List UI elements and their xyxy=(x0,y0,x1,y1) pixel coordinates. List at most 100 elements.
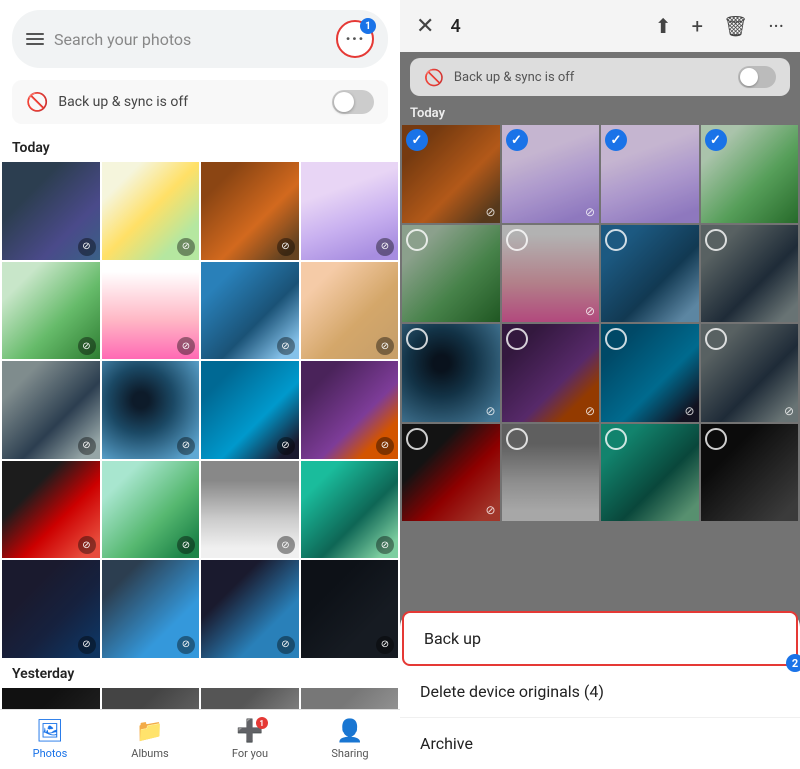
photo-cell[interactable]: ⊘ xyxy=(201,560,299,658)
sync-icon-overlay: ⊘ xyxy=(277,636,295,654)
photo-cell[interactable]: ⊘ xyxy=(301,262,399,360)
check-circle xyxy=(506,428,528,450)
photo-cell[interactable]: ⊘ xyxy=(2,162,100,260)
check-circle xyxy=(406,428,428,450)
photo-cell[interactable]: ⊘ xyxy=(301,461,399,559)
check-circle: ✓ xyxy=(605,129,627,151)
add-button[interactable]: + xyxy=(688,10,707,42)
sync-icon-overlay: ⊘ xyxy=(177,636,195,654)
sync-icon-overlay: ⊘ xyxy=(376,238,394,256)
right-photo-cell[interactable] xyxy=(701,424,799,522)
menu-icon[interactable] xyxy=(26,33,44,45)
sync-icon-overlay: ⊘ xyxy=(376,337,394,355)
right-sync-bar: 🚫 Back up & sync is off xyxy=(410,58,790,96)
photo-cell[interactable]: ⊘ xyxy=(301,162,399,260)
photo-cell[interactable]: ⊘ xyxy=(102,262,200,360)
sync-icon-overlay: ⊘ xyxy=(376,636,394,654)
albums-icon: 📁 xyxy=(136,719,163,744)
check-circle xyxy=(705,328,727,350)
notification-dot: 1 xyxy=(360,18,376,34)
photo-cell[interactable]: ⊘ xyxy=(2,461,100,559)
check-circle: ✓ xyxy=(406,129,428,151)
sync-icon-overlay: ⊘ xyxy=(277,337,295,355)
sync-off-icon: 🚫 xyxy=(26,92,48,113)
sync-icon-overlay: ⊘ xyxy=(277,238,295,256)
close-button[interactable]: ✕ xyxy=(412,10,438,43)
badge-dot: 1 xyxy=(256,717,268,729)
photo-cell[interactable]: ⊘ xyxy=(201,262,299,360)
photo-cell[interactable]: ⊘ xyxy=(301,560,399,658)
right-photo-cell[interactable]: ⊘ xyxy=(601,324,699,422)
right-photo-cell[interactable]: ⊘ xyxy=(502,324,600,422)
right-row2: ⊘ xyxy=(402,225,798,323)
sync-icon-overlay: ⊘ xyxy=(277,437,295,455)
photo-cell[interactable]: ⊘ xyxy=(2,560,100,658)
right-photo-cell[interactable]: ⊘ xyxy=(402,424,500,522)
sync-icon-overlay: ⊘ xyxy=(376,437,394,455)
sync-icon-overlay: ⊘ xyxy=(177,238,195,256)
right-photo-cell[interactable] xyxy=(701,225,799,323)
search-input[interactable]: Search your photos xyxy=(54,30,326,49)
right-photo-cell[interactable]: ✓ ⊘ xyxy=(402,125,500,223)
sync-icon-overlay: ⊘ xyxy=(684,404,694,418)
share-button[interactable]: ⬆ xyxy=(651,10,676,42)
right-photo-cell[interactable]: ⊘ xyxy=(701,324,799,422)
backup-button[interactable]: Back up 2 xyxy=(402,611,798,666)
search-bar: Search your photos ··· 1 xyxy=(12,10,388,68)
nav-for-you[interactable]: ➕ 1 For you xyxy=(200,713,300,766)
photo-cell[interactable]: ⊘ xyxy=(201,162,299,260)
photo-grid-row4: ⊘ ⊘ ⊘ ⊘ xyxy=(2,461,398,559)
sync-icon-overlay: ⊘ xyxy=(78,337,96,355)
right-row4: ⊘ xyxy=(402,424,798,522)
right-sync-toggle[interactable] xyxy=(738,66,776,88)
delete-button[interactable]: 🗑 xyxy=(719,10,752,42)
sync-icon-overlay: ⊘ xyxy=(585,404,595,418)
photo-cell[interactable]: ⊘ xyxy=(201,361,299,459)
left-content: Today ⊘ ⊘ ⊘ ⊘ ⊘ ⊘ ⊘ xyxy=(0,134,400,769)
sync-icon-overlay: ⊘ xyxy=(585,304,595,318)
sync-text: Back up & sync is off xyxy=(58,94,322,110)
sync-toggle[interactable] xyxy=(332,90,374,114)
right-selected-row: ✓ ⊘ ✓ ⊘ ✓ ✓ xyxy=(402,125,798,223)
archive-button[interactable]: Archive xyxy=(400,718,800,769)
right-photo-cell[interactable] xyxy=(502,424,600,522)
photo-cell[interactable]: ⊘ xyxy=(102,361,200,459)
photo-grid-row2: ⊘ ⊘ ⊘ ⊘ xyxy=(2,262,398,360)
right-photo-cell[interactable]: ✓ xyxy=(701,125,799,223)
right-photo-cell[interactable]: ✓ ⊘ xyxy=(502,125,600,223)
sync-icon-overlay: ⊘ xyxy=(177,437,195,455)
sharing-icon: 👤 xyxy=(336,719,363,744)
more-button-wrap: ··· 1 xyxy=(336,20,374,58)
nav-albums[interactable]: 📁 Albums xyxy=(100,713,200,766)
check-circle xyxy=(406,328,428,350)
photo-cell[interactable]: ⊘ xyxy=(102,560,200,658)
right-photo-cell[interactable]: ⊘ xyxy=(402,324,500,422)
photo-cell[interactable]: ⊘ xyxy=(102,162,200,260)
right-photo-cell[interactable] xyxy=(402,225,500,323)
right-photo-cell[interactable] xyxy=(601,225,699,323)
bottom-navigation: 🖼 Photos 📁 Albums ➕ 1 For you 👤 Sharing xyxy=(0,709,400,769)
nav-sharing[interactable]: 👤 Sharing xyxy=(300,713,400,766)
left-panel: Search your photos ··· 1 🚫 Back up & syn… xyxy=(0,0,400,769)
right-photo-cell[interactable]: ⊘ xyxy=(502,225,600,323)
right-photo-cell[interactable] xyxy=(601,424,699,522)
photo-cell[interactable]: ⊘ xyxy=(201,461,299,559)
right-photo-cell[interactable]: ✓ xyxy=(601,125,699,223)
sync-icon-overlay: ⊘ xyxy=(78,437,96,455)
nav-photos[interactable]: 🖼 Photos xyxy=(0,713,100,766)
sync-icon-overlay: ⊘ xyxy=(177,536,195,554)
delete-originals-button[interactable]: Delete device originals (4) xyxy=(400,666,800,718)
check-circle xyxy=(406,229,428,251)
bottom-sheet: Back up 2 Delete device originals (4) Ar… xyxy=(400,611,800,769)
photo-cell[interactable]: ⊘ xyxy=(301,361,399,459)
check-circle xyxy=(705,229,727,251)
check-circle: ✓ xyxy=(506,129,528,151)
photo-grid-row3: ⊘ ⊘ ⊘ ⊘ xyxy=(2,361,398,459)
photo-cell[interactable]: ⊘ xyxy=(102,461,200,559)
sync-icon-overlay: ⊘ xyxy=(177,337,195,355)
photo-cell[interactable]: ⊘ xyxy=(2,361,100,459)
photo-cell[interactable]: ⊘ xyxy=(2,262,100,360)
more-options-button[interactable]: ··· xyxy=(764,10,788,42)
photos-icon: 🖼 xyxy=(36,719,64,744)
sync-icon-overlay: ⊘ xyxy=(78,238,96,256)
